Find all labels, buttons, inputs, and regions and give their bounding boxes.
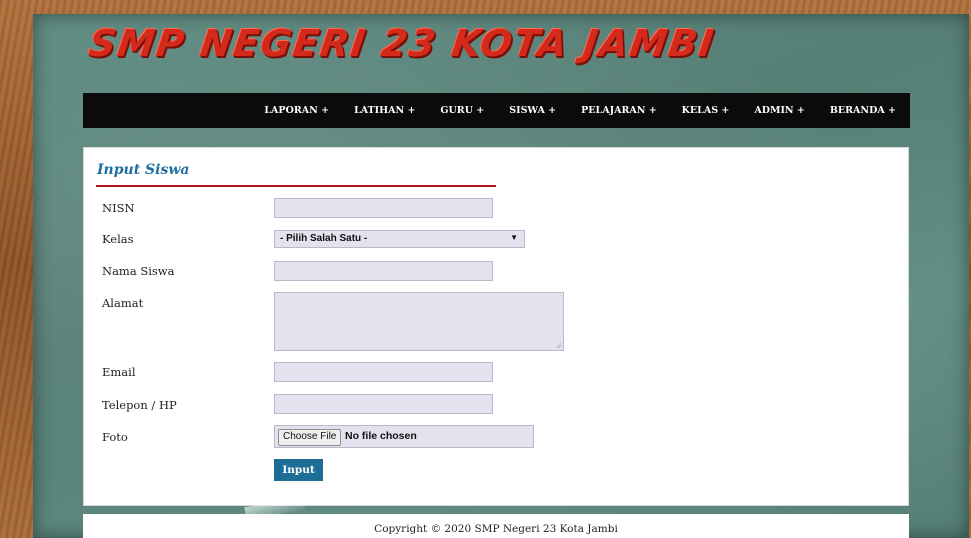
copyright-text: Copyright © 2020 SMP Negeri 23 Kota Jamb… (374, 523, 618, 535)
email-label: Email (102, 365, 136, 379)
input-siswa-panel: Input Siswa NISN Kelas - Pilih Salah Sat… (83, 147, 909, 506)
nav-item-beranda[interactable]: BERANDA + (830, 105, 896, 116)
nav-item-latihan[interactable]: LATIHAN + (354, 105, 415, 116)
nav-item-laporan[interactable]: LAPORAN + (264, 105, 329, 116)
kelas-select[interactable]: - Pilih Salah Satu - ▼ (274, 230, 525, 248)
resize-grip-icon[interactable] (555, 342, 561, 348)
kelas-select-value: - Pilih Salah Satu - (280, 233, 368, 244)
footer: Copyright © 2020 SMP Negeri 23 Kota Jamb… (83, 514, 909, 538)
telepon-label: Telepon / HP (102, 398, 177, 412)
choose-file-button[interactable]: Choose File (278, 429, 342, 446)
section-title: Input Siswa (97, 162, 190, 178)
nama-siswa-input[interactable] (274, 261, 493, 281)
alamat-label: Alamat (102, 296, 144, 310)
foto-file-input: Choose File No file chosen (274, 425, 534, 448)
kelas-label: Kelas (102, 232, 134, 246)
nav-item-pelajaran[interactable]: PELAJARAN + (581, 105, 657, 116)
main-navbar: LAPORAN + LATIHAN + GURU + SISWA + PELAJ… (83, 93, 910, 128)
nav-item-admin[interactable]: ADMIN + (754, 105, 805, 116)
nisn-input[interactable] (274, 198, 493, 218)
nav-item-guru[interactable]: GURU + (440, 105, 484, 116)
nama-siswa-label: Nama Siswa (102, 264, 175, 278)
input-submit-button[interactable]: Input (274, 459, 323, 481)
telepon-input[interactable] (274, 394, 493, 414)
alamat-textarea[interactable] (274, 292, 564, 351)
nav-item-siswa[interactable]: SISWA + (509, 105, 556, 116)
nav-item-kelas[interactable]: KELAS + (682, 105, 730, 116)
nisn-label: NISN (102, 201, 135, 215)
chevron-down-icon: ▼ (510, 233, 518, 242)
file-status-text: No file chosen (345, 430, 417, 442)
nav-menu: LAPORAN + LATIHAN + GURU + SISWA + PELAJ… (239, 93, 896, 128)
site-title: SMP NEGERI 23 KOTA JAMBI (86, 22, 718, 65)
email-input[interactable] (274, 362, 493, 382)
section-title-divider (96, 185, 496, 187)
foto-label: Foto (102, 430, 128, 444)
